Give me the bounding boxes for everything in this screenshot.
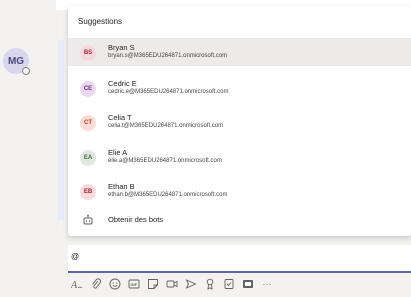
gif-icon[interactable]: GIF [127,277,141,291]
emoji-icon[interactable] [108,277,122,291]
more-options-icon[interactable]: ··· [260,277,274,291]
sticker-icon[interactable] [146,277,160,291]
suggestion-item-bryan-s[interactable]: BS Bryan S bryan.s@M365EDU264871.onmicro… [68,38,411,66]
suggestion-item-elie-a[interactable]: EA Elie A elie.a@M365EDU264871.onmicroso… [68,143,411,171]
suggestion-name: Bryan S [108,43,135,52]
avatar: BS [80,45,96,61]
format-icon[interactable]: A [70,277,84,291]
suggestion-email: bryan.s@M365EDU264871.onmicrosoft.com [108,53,228,59]
suggestion-email: cedric.e@M365EDU264871.onmicrosoft.com [108,89,229,95]
svg-text:GIF: GIF [130,282,137,287]
suggestions-title: Suggestions [78,17,123,26]
stream-icon[interactable] [241,277,255,291]
praise-icon[interactable] [203,277,217,291]
avatar: CE [80,81,96,97]
suggestion-email: celia.t@M365EDU264871.onmicrosoft.com [108,123,224,129]
suggestion-name: Celia T [108,113,132,122]
presence-status-icon [22,67,30,75]
avatar: CT [80,115,96,131]
suggestion-name: Elie A [108,148,128,157]
attach-icon[interactable] [89,277,103,291]
message-bubble [58,40,64,220]
message-input[interactable] [71,252,401,261]
get-bots-item[interactable]: Obtenir des bots [68,206,411,234]
suggestion-item-ethan-b[interactable]: EB Ethan B ethan.b@M365EDU264871.onmicro… [68,177,411,205]
chat-left-column: MG [0,0,56,297]
meet-now-icon[interactable] [165,277,179,291]
mention-suggestions-popup: Suggestions BS Bryan S bryan.s@M365EDU26… [68,6,411,236]
suggestion-name: Ethan B [108,182,135,191]
svg-text:A: A [71,280,78,290]
bot-icon [83,214,93,225]
suggestion-email: ethan.b@M365EDU264871.onmicrosoft.com [108,192,228,198]
suggestion-email: elie.a@M365EDU264871.onmicrosoft.com [108,158,222,164]
suggestion-name: Cedric E [108,79,137,88]
avatar: EB [80,184,96,200]
compose-box [68,245,411,273]
get-bots-label: Obtenir des bots [108,215,164,224]
avatar: EA [80,150,96,166]
suggestion-item-cedric-e[interactable]: CE Cedric E cedric.e@M365EDU264871.onmic… [68,74,411,102]
approvals-icon[interactable] [222,277,236,291]
compose-toolbar: A GIF ··· [66,277,411,293]
suggestion-item-celia-t[interactable]: CT Celia T celia.t@M365EDU264871.onmicro… [68,108,411,136]
deliver-icon[interactable] [184,277,198,291]
